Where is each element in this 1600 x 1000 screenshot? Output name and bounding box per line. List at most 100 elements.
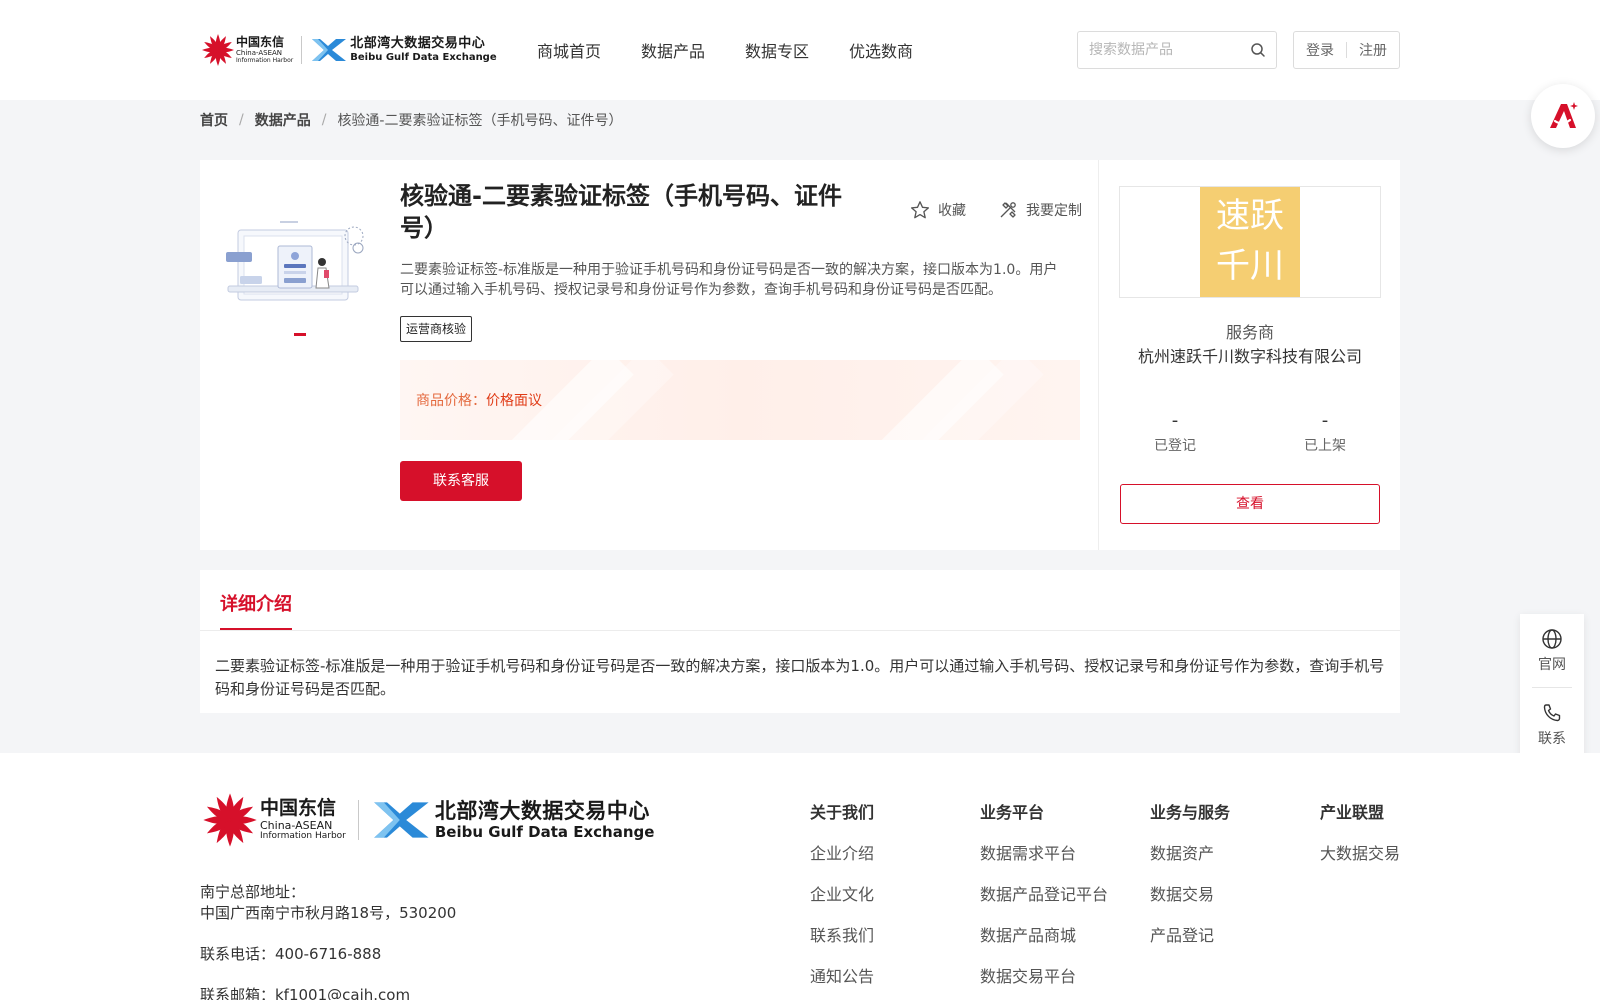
footer-col-title: 产业联盟 xyxy=(1320,803,1385,822)
card-divider xyxy=(1098,160,1099,550)
breadcrumb-separator: / xyxy=(239,112,244,128)
side-website-button[interactable]: 官网 xyxy=(1520,628,1584,674)
thumbnail-indicator[interactable] xyxy=(294,333,306,336)
provider-logo-frame: 速跃 千川 xyxy=(1119,186,1381,298)
provider-label: 服务商 xyxy=(1225,323,1274,342)
nav-premium-vendors[interactable]: 优选数商 xyxy=(849,38,913,62)
globe-icon xyxy=(1542,629,1562,649)
logo2-en: Beibu Gulf Data Exchange xyxy=(350,52,497,63)
stat-listed-value: - xyxy=(1321,410,1329,431)
tab-detail[interactable]: 详细介绍 xyxy=(220,590,292,616)
footer-logo-en2: Information Harbor xyxy=(260,831,346,841)
side-website-label: 官网 xyxy=(1538,657,1566,673)
product-actions: 收藏 我要定制 xyxy=(910,200,1082,220)
footer-link[interactable]: 联系我们 xyxy=(810,922,874,946)
provider-logo-line1: 速跃 xyxy=(1216,196,1284,236)
favorite-button[interactable]: 收藏 xyxy=(910,200,966,220)
footer-link[interactable]: 数据产品登记平台 xyxy=(980,881,1108,905)
favorite-label: 收藏 xyxy=(938,203,966,219)
product-title: 核验通-二要素验证标签（手机号码、证件号） xyxy=(400,182,842,242)
main-nav: 商城首页 数据产品 数据专区 优选数商 xyxy=(537,38,913,62)
footer-logo2-cn: 北部湾大数据交易中心 xyxy=(434,798,650,823)
footer-link[interactable]: 数据产品商城 xyxy=(980,922,1108,946)
stat-listed-label: 已上架 xyxy=(1304,438,1346,454)
side-float-bar: 官网 联系 xyxy=(1520,614,1584,760)
footer-link[interactable]: 数据资产 xyxy=(1150,840,1230,864)
breadcrumb-separator: / xyxy=(321,112,327,128)
logo-divider xyxy=(301,36,303,64)
footer-phone: 联系电话：400-6716-888 xyxy=(200,945,382,963)
footer-email: 联系邮箱：kf1001@caih.com xyxy=(200,986,411,1000)
logo-text-china-asean: 中国东信 China-ASEAN Information Harbor xyxy=(236,36,293,64)
footer-address-label: 南宁总部地址： xyxy=(200,883,306,901)
view-provider-button[interactable]: 查看 xyxy=(1120,484,1380,524)
footer-logo-text-beibu: 北部湾大数据交易中心 Beibu Gulf Data Exchange xyxy=(434,798,655,841)
stat-listed: - 已上架 xyxy=(1275,410,1375,455)
phone-icon xyxy=(1543,704,1561,722)
footer-link[interactable]: 产品登记 xyxy=(1150,922,1230,946)
stat-registered-label: 已登记 xyxy=(1154,438,1196,454)
tab-bar-divider xyxy=(200,630,1400,631)
customize-button[interactable]: 我要定制 xyxy=(998,200,1082,220)
provider-logo-line2: 千川 xyxy=(1216,246,1284,286)
footer-col-alliance: 产业联盟 大数据交易 xyxy=(1320,799,1400,881)
register-link[interactable]: 注册 xyxy=(1359,40,1387,60)
nav-data-products[interactable]: 数据产品 xyxy=(641,38,705,62)
footer-col-title: 关于我们 xyxy=(810,803,875,822)
nav-home[interactable]: 商城首页 xyxy=(537,38,601,62)
beibu-gulf-logo-icon xyxy=(312,39,347,61)
logo2-cn: 北部湾大数据交易中心 xyxy=(350,36,486,51)
provider-logo: 速跃 千川 xyxy=(1200,187,1300,297)
footer-logo: 中国东信 China-ASEAN Information Harbor 北部湾大… xyxy=(200,790,663,850)
provider-name: 杭州速跃千川数字科技有限公司 xyxy=(1137,347,1362,366)
footer-logo-text-china-asean: 中国东信 China-ASEAN Information Harbor xyxy=(260,799,346,841)
star-icon xyxy=(910,201,930,219)
china-asean-logo-icon xyxy=(203,793,257,847)
footer-logo-divider xyxy=(357,800,359,840)
ai-assistant-icon xyxy=(1550,102,1578,128)
footer-col-title: 业务平台 xyxy=(980,803,1045,822)
ai-assistant-button[interactable] xyxy=(1531,84,1595,148)
footer-col-platform: 业务平台 数据需求平台 数据产品登记平台 数据产品商城 数据交易平台 xyxy=(980,799,1108,1000)
footer-address: 中国广西南宁市秋月路18号，530200 xyxy=(200,904,457,922)
price-value: 价格面议 xyxy=(486,393,542,409)
stat-registered: - 已登记 xyxy=(1125,410,1225,455)
footer-link[interactable]: 数据交易平台 xyxy=(980,963,1108,987)
price-panel: 商品价格：价格面议 xyxy=(400,360,1080,440)
side-contact-button[interactable]: 联系 xyxy=(1520,702,1584,748)
footer-logo-cn: 中国东信 xyxy=(260,797,337,819)
footer-contact-info: 南宁总部地址： 中国广西南宁市秋月路18号，530200 联系电话：400-67… xyxy=(200,882,456,1000)
customize-label: 我要定制 xyxy=(1026,203,1082,219)
tab-active-indicator xyxy=(220,628,292,630)
stat-registered-value: - xyxy=(1171,410,1179,431)
top-header: 中国东信 China-ASEAN Information Harbor 北部湾大… xyxy=(0,0,1600,100)
breadcrumb: 首页 / 数据产品 / 核验通-二要素验证标签（手机号码、证件号） xyxy=(200,100,623,140)
footer-link[interactable]: 数据需求平台 xyxy=(980,840,1108,864)
footer-link[interactable]: 大数据交易 xyxy=(1320,840,1400,864)
customize-icon xyxy=(1000,202,1016,218)
breadcrumb-current: 核验通-二要素验证标签（手机号码、证件号） xyxy=(337,113,623,129)
china-asean-logo-icon xyxy=(202,34,234,66)
footer-link[interactable]: 企业介绍 xyxy=(810,840,874,864)
breadcrumb-home[interactable]: 首页 xyxy=(200,110,228,130)
footer-col-title: 业务与服务 xyxy=(1150,803,1231,822)
search-box xyxy=(1077,31,1277,69)
search-input[interactable] xyxy=(1078,32,1238,68)
login-link[interactable]: 登录 xyxy=(1306,40,1334,60)
search-icon[interactable] xyxy=(1250,42,1266,58)
nav-data-zone[interactable]: 数据专区 xyxy=(745,38,809,62)
product-thumbnail xyxy=(226,221,364,301)
side-contact-label: 联系 xyxy=(1538,731,1566,747)
footer-link[interactable]: 企业文化 xyxy=(810,881,874,905)
contact-service-button[interactable]: 联系客服 xyxy=(400,461,522,501)
product-tag[interactable]: 运营商核验 xyxy=(400,316,473,342)
breadcrumb-data-products[interactable]: 数据产品 xyxy=(255,110,311,130)
site-logo[interactable]: 中国东信 China-ASEAN Information Harbor 北部湾大… xyxy=(200,30,500,70)
footer-link[interactable]: 通知公告 xyxy=(810,963,874,987)
footer-logo2-en: Beibu Gulf Data Exchange xyxy=(434,822,655,841)
footer-link[interactable]: 数据交易 xyxy=(1150,881,1230,905)
logo-text-beibu: 北部湾大数据交易中心 Beibu Gulf Data Exchange xyxy=(350,37,496,63)
price-text: 商品价格：价格面议 xyxy=(416,390,542,410)
side-divider xyxy=(1532,687,1572,688)
beibu-gulf-logo-icon xyxy=(374,802,429,838)
